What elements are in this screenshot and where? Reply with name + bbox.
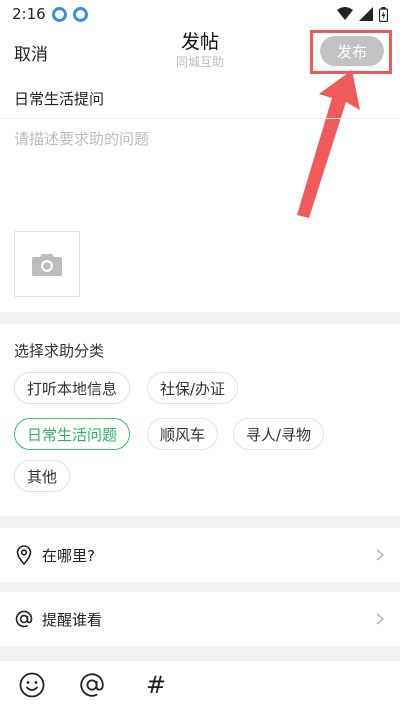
wifi-icon xyxy=(337,7,353,20)
category-chip-other[interactable]: 其他 xyxy=(14,460,71,492)
signal-icon xyxy=(359,7,373,21)
section-divider xyxy=(0,646,400,660)
location-pin-icon xyxy=(14,545,34,565)
status-time: 2:16 xyxy=(12,5,46,23)
mention-label: 提醒谁看 xyxy=(42,610,103,629)
section-divider xyxy=(0,312,400,324)
category-title: 选择求助分类 xyxy=(14,342,105,360)
divider xyxy=(0,118,400,119)
mention-icon[interactable] xyxy=(78,671,106,699)
hashtag-icon[interactable]: # xyxy=(142,671,170,699)
topic-title: 日常生活提问 xyxy=(14,90,105,108)
status-left: 2:16 xyxy=(12,5,88,23)
battery-icon xyxy=(379,6,388,22)
question-textarea[interactable] xyxy=(14,128,386,208)
mention-row[interactable]: 提醒谁看 xyxy=(0,592,400,646)
location-label: 在哪里? xyxy=(42,546,95,565)
category-chip-daily-life[interactable]: 日常生活问题 xyxy=(14,418,131,450)
status-right xyxy=(337,6,388,22)
category-chip-carpool[interactable]: 顺风车 xyxy=(147,418,219,450)
notification-app-icon xyxy=(51,6,67,22)
category-chip-social-security[interactable]: 社保/办证 xyxy=(147,372,239,404)
section-divider xyxy=(0,516,400,528)
bottom-toolbar: # xyxy=(0,660,400,711)
chevron-right-icon xyxy=(376,549,385,561)
section-divider xyxy=(0,582,400,592)
at-sign-icon xyxy=(14,609,34,629)
status-bar: 2:16 xyxy=(0,0,400,28)
add-photo-button[interactable] xyxy=(14,231,80,297)
location-row[interactable]: 在哪里? xyxy=(0,528,400,582)
chevron-right-icon xyxy=(376,613,385,625)
notification-app-icon xyxy=(72,6,88,22)
camera-icon xyxy=(32,254,62,276)
emoji-icon[interactable] xyxy=(18,671,46,699)
annotation-highlight-box xyxy=(310,30,392,74)
category-chip-local-info[interactable]: 打听本地信息 xyxy=(14,372,131,404)
category-chip-lost-found[interactable]: 寻人/寻物 xyxy=(233,418,325,450)
